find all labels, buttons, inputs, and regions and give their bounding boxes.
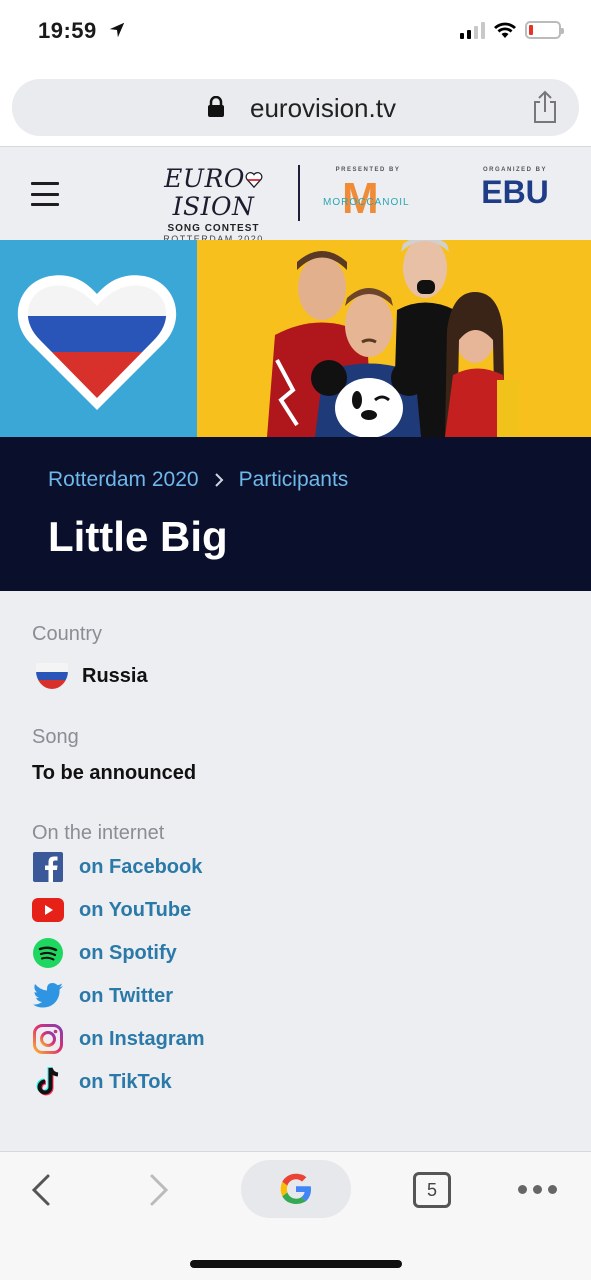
logo-subtitle: SONG CONTEST	[167, 223, 260, 234]
share-icon[interactable]	[531, 90, 559, 124]
moroccanoil-logo[interactable]: PRESENTED BY M MOROCCANOIL	[318, 167, 418, 227]
home-indicator[interactable]	[190, 1260, 402, 1268]
breadcrumb: Rotterdam 2020 Participants	[48, 468, 348, 492]
country-label: Country	[32, 623, 103, 645]
url-text[interactable]: eurovision.tv	[250, 93, 396, 124]
social-links: on Facebook on YouTube on Spotify on Twi…	[32, 851, 205, 1111]
presented-by-label: PRESENTED BY	[335, 167, 401, 173]
location-arrow-icon	[109, 22, 125, 38]
menu-icon[interactable]	[31, 182, 59, 206]
back-icon[interactable]	[28, 1172, 54, 1208]
participant-info: Country Russia Song To be announced On t…	[0, 591, 591, 1151]
address-bar[interactable]: eurovision.tv	[12, 79, 579, 136]
hero-banner	[0, 240, 591, 437]
breadcrumb-participants[interactable]: Participants	[239, 468, 349, 492]
browser-toolbar: 5	[0, 1151, 591, 1280]
logo-wordmark: EUROISION	[146, 165, 281, 221]
youtube-link[interactable]: on YouTube	[32, 896, 205, 924]
spotify-link-label[interactable]: on Spotify	[79, 942, 177, 965]
song-value: To be announced	[32, 762, 197, 784]
wifi-icon	[494, 22, 516, 38]
russia-heart-flag-icon	[17, 275, 177, 410]
instagram-link[interactable]: on Instagram	[32, 1023, 205, 1055]
status-bar: 19:59	[0, 0, 591, 66]
spotify-icon	[32, 937, 64, 969]
header-divider	[298, 165, 300, 221]
sponsor-name: MOROCCANOIL	[323, 197, 410, 208]
forward-icon[interactable]	[146, 1172, 172, 1208]
page-title: Little Big	[48, 513, 228, 560]
country-heart-panel	[0, 240, 197, 437]
heart-flag-icon	[245, 172, 263, 189]
battery-icon	[525, 21, 564, 39]
more-options-icon[interactable]	[518, 1185, 557, 1194]
chevron-right-icon	[214, 473, 224, 487]
spotify-link[interactable]: on Spotify	[32, 937, 205, 969]
internet-label: On the internet	[32, 822, 165, 844]
tiktok-link[interactable]: on TikTok	[32, 1066, 205, 1098]
twitter-link-label[interactable]: on Twitter	[79, 985, 173, 1008]
facebook-link[interactable]: on Facebook	[32, 851, 205, 883]
ebu-logo[interactable]: ORGANIZED BY EBU	[480, 167, 550, 211]
google-search-button[interactable]	[241, 1160, 351, 1218]
cellular-signal-icon	[460, 21, 485, 39]
band-photo-image	[267, 240, 519, 437]
facebook-icon	[32, 851, 64, 883]
breadcrumb-rotterdam-2020[interactable]: Rotterdam 2020	[48, 468, 199, 492]
ebu-wordmark: EBU	[481, 174, 549, 210]
twitter-link[interactable]: on Twitter	[32, 982, 205, 1010]
song-label: Song	[32, 726, 79, 748]
tabs-count-button[interactable]: 5	[413, 1172, 451, 1208]
youtube-icon	[32, 894, 64, 926]
country-row: Russia	[36, 663, 148, 689]
facebook-link-label[interactable]: on Facebook	[79, 856, 202, 879]
google-icon	[280, 1173, 311, 1204]
twitter-icon	[32, 980, 64, 1012]
youtube-link-label[interactable]: on YouTube	[79, 899, 191, 922]
site-header: EUROISION SONG CONTEST ROTTERDAM 2020 PR…	[0, 146, 591, 245]
band-photo	[197, 240, 591, 437]
instagram-link-label[interactable]: on Instagram	[79, 1028, 205, 1051]
country-value: Russia	[82, 664, 148, 687]
instagram-icon	[32, 1023, 64, 1055]
status-time: 19:59	[38, 18, 97, 43]
lock-icon	[208, 96, 224, 117]
russia-flag-icon	[36, 663, 68, 689]
tiktok-icon	[32, 1066, 64, 1098]
page-header-band: Rotterdam 2020 Participants Little Big	[0, 437, 591, 591]
tiktok-link-label[interactable]: on TikTok	[79, 1071, 172, 1094]
status-indicators	[460, 21, 564, 39]
eurovision-logo[interactable]: EUROISION SONG CONTEST ROTTERDAM 2020	[146, 165, 281, 245]
